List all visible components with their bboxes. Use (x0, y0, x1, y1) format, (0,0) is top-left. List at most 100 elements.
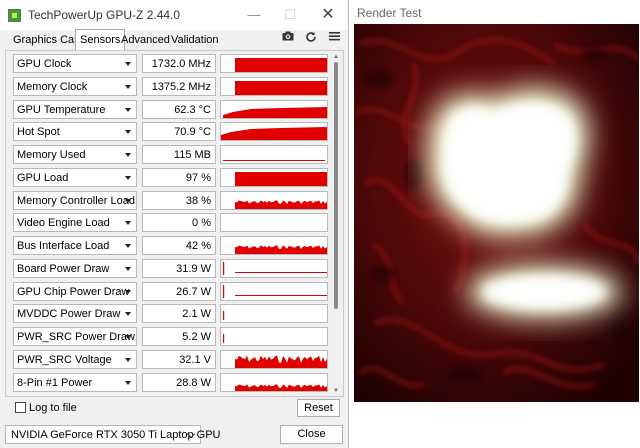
sensor-value: 32.1 V (179, 353, 211, 366)
sensor-graph (220, 190, 328, 210)
sensor-name: PWR_SRC Voltage (17, 353, 112, 366)
dropdown-arrow-icon (125, 266, 131, 271)
sensor-value: 62.3 °C (174, 103, 211, 116)
sensor-graph (220, 167, 328, 187)
sensor-graph (220, 258, 328, 278)
log-to-file-label: Log to file (29, 402, 77, 414)
gpuz-window: TechPowerUp GPU-Z 2.44.0 — ☐ ✕ Graphics … (0, 0, 349, 448)
sensor-name: Hot Spot (17, 126, 60, 139)
refresh-icon[interactable] (304, 31, 318, 45)
sensor-name-dropdown[interactable]: Board Power Draw (13, 258, 137, 278)
render-test-title: Render Test (357, 6, 422, 20)
minimize-button[interactable]: — (240, 4, 268, 26)
sensor-name-dropdown[interactable]: Video Engine Load (13, 213, 137, 233)
sensor-name-dropdown[interactable]: Memory Clock (13, 76, 137, 96)
sensor-name: Video Engine Load (17, 217, 110, 230)
sensor-graph (220, 99, 328, 119)
dropdown-arrow-icon (125, 175, 131, 180)
sensor-value: 26.7 W (176, 285, 211, 298)
scroll-down-icon[interactable]: ▼ (333, 388, 339, 394)
sensor-row: Board Power Draw 31.9 W (13, 258, 328, 278)
sensor-value: 1375.2 MHz (151, 80, 211, 93)
render-test-footer (351, 402, 640, 448)
render-test-titlebar[interactable]: Render Test (351, 0, 640, 24)
log-to-file-checkbox[interactable] (15, 402, 26, 413)
sensor-value: 0 % (192, 217, 211, 230)
sensor-graph (220, 145, 328, 164)
sensor-name: Memory Used (17, 149, 86, 161)
sensor-value: 2.1 W (182, 308, 211, 321)
sensor-name: GPU Temperature (17, 103, 106, 116)
reset-button[interactable]: Reset (297, 399, 340, 417)
dropdown-arrow-icon (125, 357, 131, 362)
sensor-graph (220, 122, 328, 142)
sensor-value-box: 70.9 °C (142, 122, 216, 142)
sensor-name-dropdown[interactable]: GPU Chip Power Draw (13, 281, 137, 301)
sensor-graph (220, 236, 328, 255)
sensor-value-box: 26.7 W (142, 281, 216, 301)
sensor-name: 8-Pin #1 Power (17, 376, 93, 389)
sensor-graph (220, 349, 328, 369)
sensor-row: Video Engine Load 0 % (13, 213, 328, 233)
tab-validation[interactable]: Validation (167, 31, 223, 49)
sensor-value-box: 32.1 V (142, 349, 216, 369)
sensor-row: PWR_SRC Power Draw 5.2 W (13, 327, 328, 346)
dropdown-arrow-icon (125, 198, 131, 203)
sensor-name-dropdown[interactable]: PWR_SRC Voltage (13, 349, 137, 369)
sensor-name: GPU Chip Power Draw (17, 285, 130, 298)
camera-icon[interactable] (281, 31, 295, 45)
sensor-row: GPU Load 97 % (13, 167, 328, 187)
dropdown-arrow-icon (125, 62, 131, 66)
gpuz-app-icon (8, 9, 21, 22)
sensor-name-dropdown[interactable]: GPU Temperature (13, 99, 137, 119)
sensor-row: Bus Interface Load 42 % (13, 236, 328, 255)
sensor-value-box: 62.3 °C (142, 99, 216, 119)
sensor-row: PWR_SRC Voltage 32.1 V (13, 349, 328, 369)
sensor-value: 42 % (185, 240, 211, 252)
sensor-name-dropdown[interactable]: Hot Spot (13, 122, 137, 142)
sensor-name-dropdown[interactable]: MVDDC Power Draw (13, 304, 137, 324)
sensor-value: 28.8 W (176, 376, 211, 389)
sensor-value: 31.9 W (176, 262, 211, 275)
menu-icon[interactable] (327, 31, 341, 45)
sensor-value: 1732.0 MHz (151, 58, 211, 70)
sensor-row: Memory Used 115 MB (13, 145, 328, 164)
sensor-name-dropdown[interactable]: Memory Controller Load (13, 190, 137, 210)
sensor-name-dropdown[interactable]: Bus Interface Load (13, 236, 137, 255)
scroll-up-icon[interactable]: ▲ (333, 54, 339, 60)
render-test-canvas (354, 24, 639, 402)
close-window-button[interactable]: ✕ (314, 4, 342, 26)
sensor-graph (220, 54, 328, 73)
sensor-name-dropdown[interactable]: GPU Clock (13, 54, 137, 73)
dropdown-arrow-icon (125, 244, 131, 248)
sensor-row: MVDDC Power Draw 2.1 W (13, 304, 328, 324)
sensor-graph (220, 76, 328, 96)
sensor-name: GPU Clock (17, 58, 72, 70)
dropdown-arrow-icon (125, 107, 131, 112)
sensor-value-box: 2.1 W (142, 304, 216, 324)
dropdown-arrow-icon (125, 153, 131, 157)
gpu-select-dropdown[interactable]: NVIDIA GeForce RTX 3050 Ti Laptop GPU (5, 425, 221, 444)
sensor-name-dropdown[interactable]: GPU Load (13, 167, 137, 187)
sensor-value: 70.9 °C (174, 126, 211, 139)
scrollbar-thumb[interactable] (334, 62, 338, 309)
gpuz-titlebar[interactable]: TechPowerUp GPU-Z 2.44.0 — ☐ ✕ (0, 0, 348, 30)
sensor-graph (220, 281, 328, 301)
dropdown-arrow-icon (125, 289, 131, 294)
tab-advanced[interactable]: Advanced (117, 31, 174, 49)
close-button[interactable]: Close (280, 425, 343, 444)
sensor-name-dropdown[interactable]: 8-Pin #1 Power (13, 372, 137, 392)
render-test-window: Render Test (351, 0, 640, 448)
sensor-scrollbar[interactable]: ▲ ▼ (333, 54, 339, 394)
sensor-row: GPU Chip Power Draw 26.7 W (13, 281, 328, 301)
sensor-value-box: 28.8 W (142, 372, 216, 392)
sensor-row: Memory Clock 1375.2 MHz (13, 76, 328, 96)
maximize-button[interactable]: ☐ (276, 4, 304, 26)
sensor-name-dropdown[interactable]: Memory Used (13, 145, 137, 164)
sensor-row: Memory Controller Load 38 % (13, 190, 328, 210)
sensor-name: Bus Interface Load (17, 240, 110, 252)
sensor-name-dropdown[interactable]: PWR_SRC Power Draw (13, 327, 137, 346)
dropdown-arrow-icon (125, 380, 131, 385)
dropdown-arrow-icon (125, 84, 131, 89)
dropdown-arrow-icon (125, 312, 131, 317)
